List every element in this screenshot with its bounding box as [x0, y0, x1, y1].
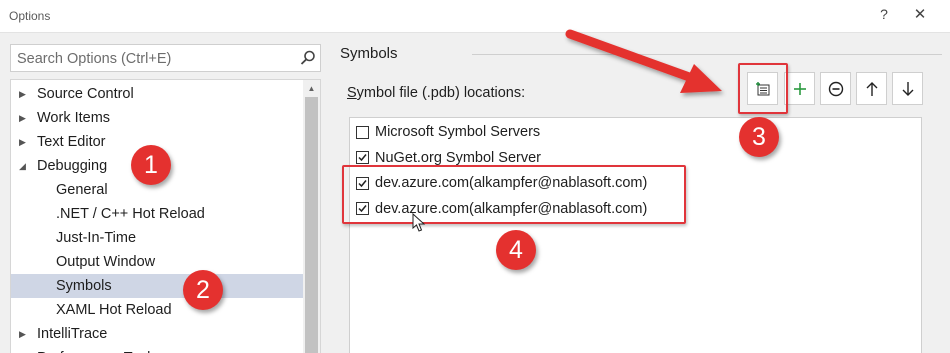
annotation-badge-1: 1 [131, 145, 171, 185]
annotation-badge-3: 3 [739, 117, 779, 157]
mouse-cursor-icon [412, 213, 426, 232]
annotation-badge-2: 2 [183, 270, 223, 310]
annotation-badge-4: 4 [496, 230, 536, 270]
